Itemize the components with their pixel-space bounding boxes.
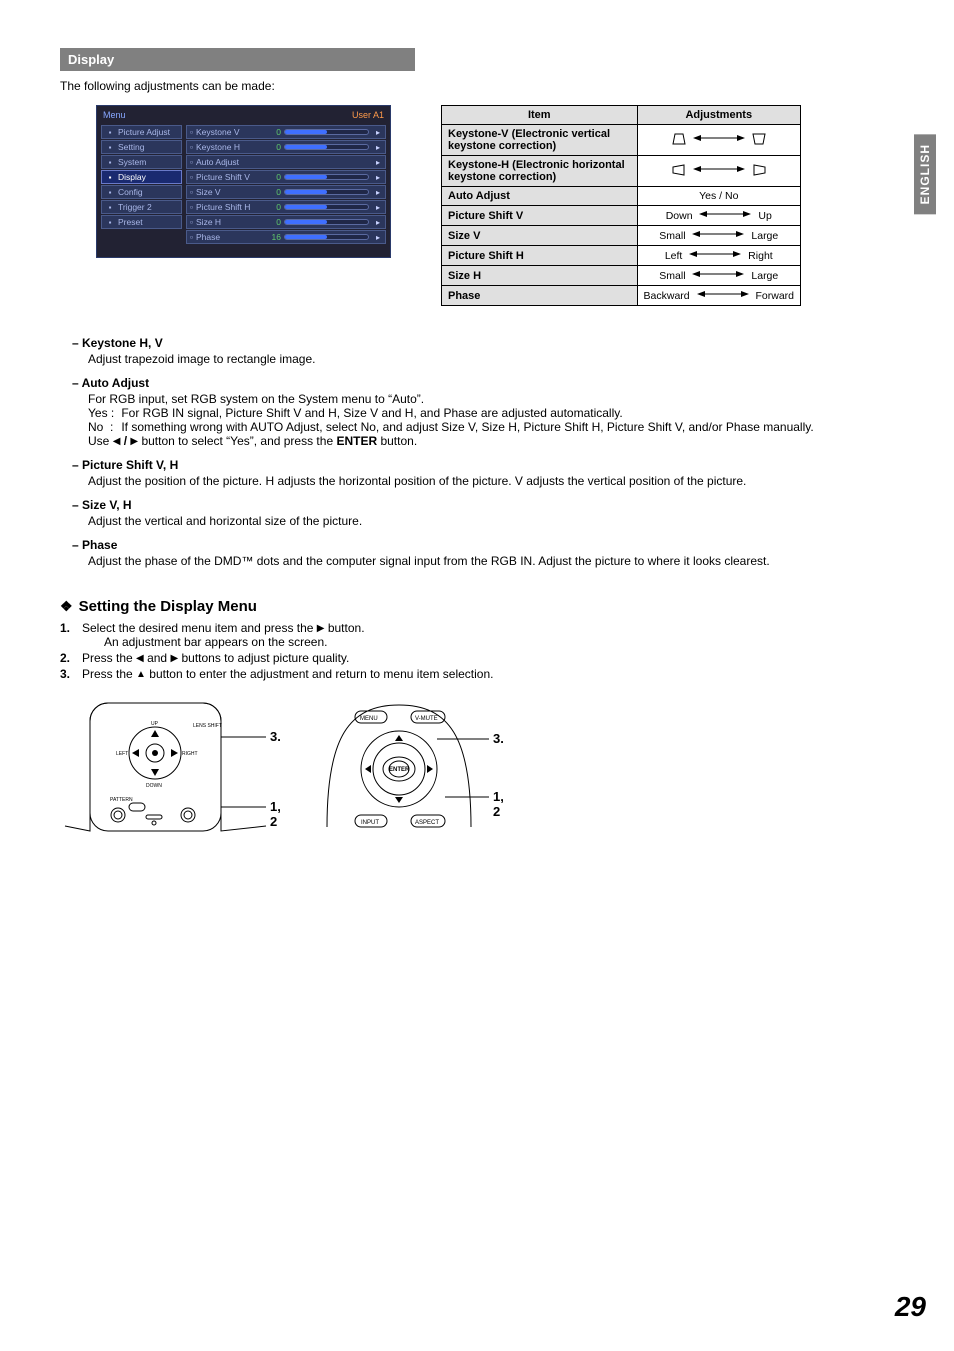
- svg-text:ASPECT: ASPECT: [415, 820, 439, 826]
- osd-right-item: ▫Picture Shift H0▸: [186, 200, 386, 214]
- page-number: 29: [895, 1291, 926, 1323]
- osd-source-label: User A1: [352, 110, 384, 120]
- osd-left-item: ▪Preset: [101, 215, 182, 229]
- osd-menu-title: Menu: [103, 110, 126, 120]
- osd-right-item: ▫Phase16▸: [186, 230, 386, 244]
- osd-right-item: ▫Picture Shift V0▸: [186, 170, 386, 184]
- svg-text:V-MUTE: V-MUTE: [415, 716, 438, 722]
- section-header-display: Display: [60, 48, 415, 71]
- setting-display-menu-heading: ❖ Setting the Display Menu: [60, 598, 904, 615]
- osd-left-item: ▪Config: [101, 185, 182, 199]
- adjustments-table: Item Adjustments Keystone-V (Electronic …: [441, 105, 801, 306]
- desc-size-vh: Size V, H Adjust the vertical and horizo…: [72, 498, 904, 528]
- adj-row: Picture Shift VDown Up: [442, 206, 801, 226]
- osd-right-item: ▫Keystone H0▸: [186, 140, 386, 154]
- projector-controls-diagram: LENS SHIFT UP DOWN LEFT RIGHT PATTERN 3.…: [88, 697, 253, 852]
- right-arrow-icon: ▶: [130, 436, 138, 447]
- svg-text:DOWN: DOWN: [146, 783, 162, 789]
- svg-text:LEFT: LEFT: [116, 751, 128, 757]
- svg-text:UP: UP: [151, 721, 159, 727]
- desc-picture-shift: Picture Shift V, H Adjust the position o…: [72, 458, 904, 488]
- adj-row: Size HSmall Large: [442, 266, 801, 286]
- adj-row: PhaseBackward Forward: [442, 286, 801, 306]
- osd-menu: Menu User A1 ▪Picture Adjust▪Setting▪Sys…: [96, 105, 391, 258]
- steps-list: 1. Select the desired menu item and pres…: [60, 621, 904, 681]
- svg-text:LENS SHIFT: LENS SHIFT: [193, 723, 222, 729]
- svg-text:PATTERN: PATTERN: [110, 797, 133, 803]
- intro-text: The following adjustments can be made:: [60, 79, 904, 93]
- osd-left-item: ▪Setting: [101, 140, 182, 154]
- osd-left-item: ▪Display: [101, 170, 182, 184]
- desc-phase: Phase Adjust the phase of the DMD™ dots …: [72, 538, 904, 568]
- callout-1-2: 1, 2: [493, 789, 504, 819]
- osd-right-item: ▫Size V0▸: [186, 185, 386, 199]
- svg-text:ENTER: ENTER: [389, 767, 410, 773]
- right-arrow-icon: ▶: [170, 653, 178, 664]
- up-arrow-icon: ▲: [136, 669, 146, 680]
- desc-auto-adjust: Auto Adjust For RGB input, set RGB syste…: [72, 376, 904, 448]
- osd-left-item: ▪System: [101, 155, 182, 169]
- adj-row: Size VSmall Large: [442, 226, 801, 246]
- callout-3: 3.: [270, 729, 281, 744]
- osd-right-item: ▫Size H0▸: [186, 215, 386, 229]
- svg-text:INPUT: INPUT: [361, 820, 379, 826]
- left-arrow-icon: ◀: [136, 653, 144, 664]
- remote-controls-diagram: MENU V-MUTE ENTER INPUT ASPECT: [319, 697, 499, 837]
- adj-header-item: Item: [442, 106, 638, 125]
- adj-row: Auto AdjustYes / No: [442, 187, 801, 206]
- svg-text:MENU: MENU: [360, 716, 378, 722]
- osd-left-item: ▪Picture Adjust: [101, 125, 182, 139]
- adj-header-adjustments: Adjustments: [637, 106, 800, 125]
- adj-row: Picture Shift HLeft Right: [442, 246, 801, 266]
- right-arrow-icon: ▶: [317, 623, 325, 634]
- osd-right-item: ▫Auto Adjust▸: [186, 155, 386, 169]
- osd-left-item: ▪Trigger 2: [101, 200, 182, 214]
- callout-1-2: 1, 2: [270, 799, 281, 829]
- adj-row: Keystone-V (Electronic vertical keystone…: [442, 125, 801, 156]
- osd-right-item: ▫Keystone V0▸: [186, 125, 386, 139]
- language-tab: ENGLISH: [914, 134, 936, 214]
- svg-text:RIGHT: RIGHT: [182, 751, 198, 757]
- callout-3: 3.: [493, 731, 504, 746]
- diamond-bullet-icon: ❖: [60, 598, 73, 615]
- desc-keystone-hv: Keystone H, V Adjust trapezoid image to …: [72, 336, 904, 366]
- adj-row: Keystone-H (Electronic horizontal keysto…: [442, 156, 801, 187]
